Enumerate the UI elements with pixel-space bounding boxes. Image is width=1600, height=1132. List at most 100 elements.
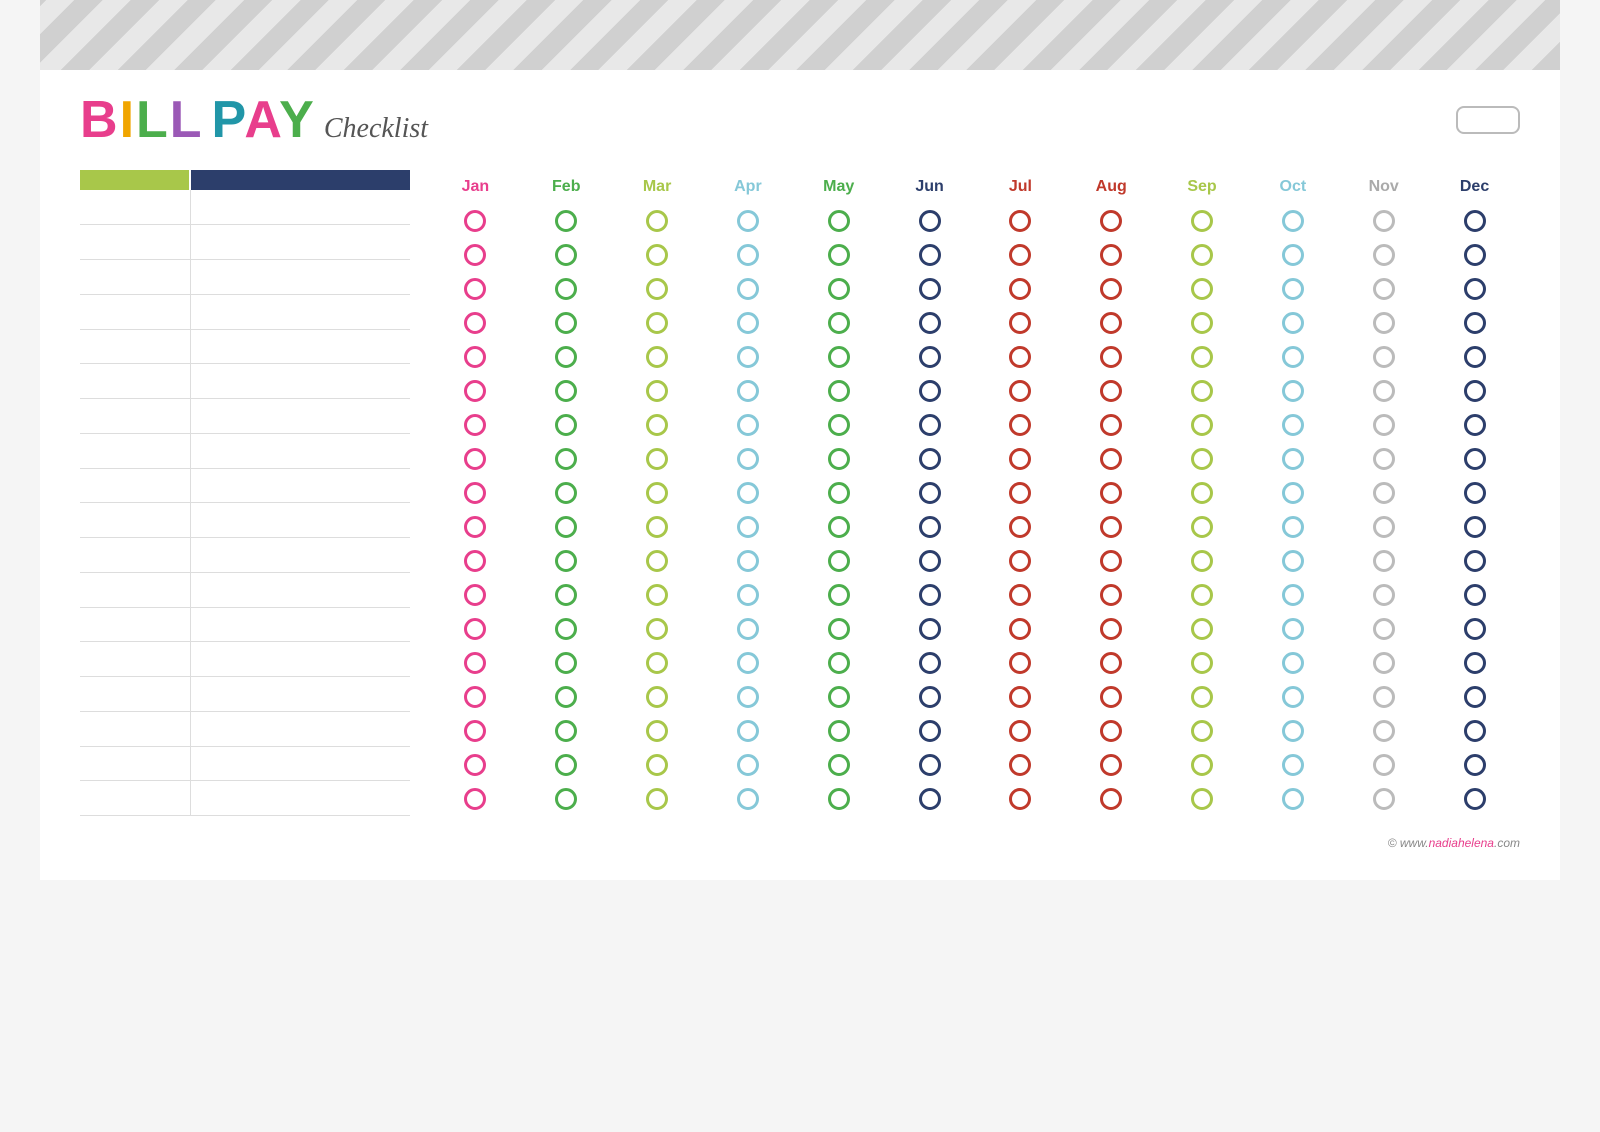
checkbox-cell-sep[interactable]: [1157, 204, 1248, 238]
circle-checkbox[interactable]: [646, 482, 668, 504]
circle-checkbox[interactable]: [555, 788, 577, 810]
circle-checkbox[interactable]: [919, 414, 941, 436]
checkbox-cell-oct[interactable]: [1247, 748, 1338, 782]
checkbox-cell-nov[interactable]: [1338, 408, 1429, 442]
circle-checkbox[interactable]: [1373, 244, 1395, 266]
checkbox-cell-apr[interactable]: [702, 272, 793, 306]
circle-checkbox[interactable]: [828, 788, 850, 810]
due-date-cell[interactable]: [80, 468, 190, 503]
circle-checkbox[interactable]: [1191, 448, 1213, 470]
circle-checkbox[interactable]: [1282, 278, 1304, 300]
circle-checkbox[interactable]: [1191, 482, 1213, 504]
circle-checkbox[interactable]: [464, 550, 486, 572]
circle-checkbox[interactable]: [737, 652, 759, 674]
checkbox-cell-feb[interactable]: [521, 374, 612, 408]
checkbox-cell-jun[interactable]: [884, 680, 975, 714]
checkbox-cell-jun[interactable]: [884, 340, 975, 374]
circle-checkbox[interactable]: [1191, 618, 1213, 640]
circle-checkbox[interactable]: [464, 278, 486, 300]
circle-checkbox[interactable]: [646, 550, 668, 572]
circle-checkbox[interactable]: [555, 618, 577, 640]
checkbox-cell-sep[interactable]: [1157, 510, 1248, 544]
circle-checkbox[interactable]: [919, 754, 941, 776]
bill-expense-cell[interactable]: [190, 642, 410, 677]
circle-checkbox[interactable]: [1009, 414, 1031, 436]
checkbox-cell-feb[interactable]: [521, 782, 612, 816]
checkbox-cell-jan[interactable]: [430, 612, 521, 646]
circle-checkbox[interactable]: [1282, 482, 1304, 504]
circle-checkbox[interactable]: [1373, 482, 1395, 504]
checkbox-cell-jan[interactable]: [430, 782, 521, 816]
checkbox-cell-jul[interactable]: [975, 680, 1066, 714]
circle-checkbox[interactable]: [1191, 346, 1213, 368]
checkbox-cell-jul[interactable]: [975, 238, 1066, 272]
checkbox-cell-mar[interactable]: [612, 374, 703, 408]
checkbox-cell-dec[interactable]: [1429, 748, 1520, 782]
checkbox-cell-may[interactable]: [793, 204, 884, 238]
circle-checkbox[interactable]: [555, 686, 577, 708]
checkbox-cell-mar[interactable]: [612, 204, 703, 238]
checkbox-cell-may[interactable]: [793, 646, 884, 680]
circle-checkbox[interactable]: [1009, 618, 1031, 640]
due-date-cell[interactable]: [80, 399, 190, 434]
circle-checkbox[interactable]: [1373, 652, 1395, 674]
checkbox-cell-feb[interactable]: [521, 646, 612, 680]
checkbox-cell-apr[interactable]: [702, 646, 793, 680]
circle-checkbox[interactable]: [1100, 346, 1122, 368]
circle-checkbox[interactable]: [555, 720, 577, 742]
circle-checkbox[interactable]: [919, 652, 941, 674]
circle-checkbox[interactable]: [1100, 618, 1122, 640]
checkbox-cell-feb[interactable]: [521, 748, 612, 782]
checkbox-cell-jan[interactable]: [430, 204, 521, 238]
circle-checkbox[interactable]: [1100, 414, 1122, 436]
circle-checkbox[interactable]: [646, 210, 668, 232]
checkbox-cell-aug[interactable]: [1066, 272, 1157, 306]
circle-checkbox[interactable]: [1373, 584, 1395, 606]
circle-checkbox[interactable]: [1282, 720, 1304, 742]
checkbox-cell-may[interactable]: [793, 612, 884, 646]
circle-checkbox[interactable]: [555, 414, 577, 436]
checkbox-cell-aug[interactable]: [1066, 238, 1157, 272]
checkbox-cell-mar[interactable]: [612, 510, 703, 544]
due-date-cell[interactable]: [80, 225, 190, 260]
checkbox-cell-feb[interactable]: [521, 442, 612, 476]
checkbox-cell-sep[interactable]: [1157, 238, 1248, 272]
circle-checkbox[interactable]: [1464, 754, 1486, 776]
checkbox-cell-nov[interactable]: [1338, 442, 1429, 476]
circle-checkbox[interactable]: [919, 516, 941, 538]
circle-checkbox[interactable]: [1009, 754, 1031, 776]
circle-checkbox[interactable]: [1100, 652, 1122, 674]
checkbox-cell-jul[interactable]: [975, 442, 1066, 476]
checkbox-cell-jan[interactable]: [430, 306, 521, 340]
checkbox-cell-dec[interactable]: [1429, 340, 1520, 374]
circle-checkbox[interactable]: [555, 652, 577, 674]
circle-checkbox[interactable]: [464, 210, 486, 232]
checkbox-cell-jan[interactable]: [430, 340, 521, 374]
due-date-cell[interactable]: [80, 329, 190, 364]
circle-checkbox[interactable]: [1373, 720, 1395, 742]
checkbox-cell-jun[interactable]: [884, 238, 975, 272]
checkbox-cell-jun[interactable]: [884, 408, 975, 442]
circle-checkbox[interactable]: [464, 482, 486, 504]
circle-checkbox[interactable]: [1282, 618, 1304, 640]
circle-checkbox[interactable]: [737, 482, 759, 504]
bill-expense-cell[interactable]: [190, 711, 410, 746]
circle-checkbox[interactable]: [1373, 754, 1395, 776]
circle-checkbox[interactable]: [1100, 720, 1122, 742]
circle-checkbox[interactable]: [1009, 210, 1031, 232]
checkbox-cell-mar[interactable]: [612, 578, 703, 612]
due-date-cell[interactable]: [80, 642, 190, 677]
circle-checkbox[interactable]: [828, 686, 850, 708]
circle-checkbox[interactable]: [919, 278, 941, 300]
checkbox-cell-jan[interactable]: [430, 646, 521, 680]
circle-checkbox[interactable]: [1373, 346, 1395, 368]
checkbox-cell-apr[interactable]: [702, 476, 793, 510]
circle-checkbox[interactable]: [1100, 686, 1122, 708]
checkbox-cell-jun[interactable]: [884, 374, 975, 408]
due-date-cell[interactable]: [80, 677, 190, 712]
bill-expense-cell[interactable]: [190, 433, 410, 468]
checkbox-cell-feb[interactable]: [521, 340, 612, 374]
circle-checkbox[interactable]: [828, 346, 850, 368]
circle-checkbox[interactable]: [1191, 754, 1213, 776]
circle-checkbox[interactable]: [919, 482, 941, 504]
